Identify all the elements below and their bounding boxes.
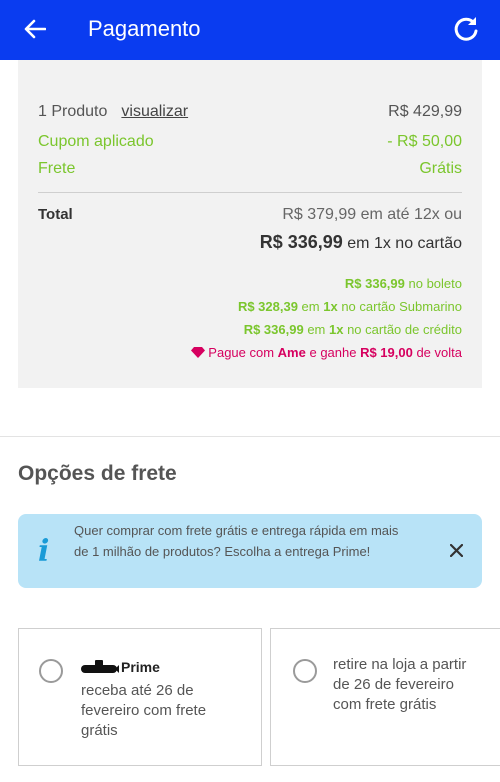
credit-price: R$ 336,99 [243, 322, 304, 337]
products-row: 1 Produto visualizar R$ 429,99 [38, 103, 462, 121]
total-row: Total R$ 379,99 em até 12x ou [38, 206, 462, 224]
submarino-option: R$ 328,39 em 1x no cartão Submarino [238, 299, 462, 314]
ame-middle: e ganhe [305, 345, 361, 360]
ame-brand: Ame [277, 345, 306, 360]
shipping-label: Frete [38, 160, 76, 177]
view-products-link[interactable]: visualizar [121, 103, 188, 120]
refresh-icon [454, 17, 478, 41]
shipping-options-title: Opções de frete [18, 462, 177, 485]
prime-brand: Prime [81, 659, 160, 675]
pickup-desc-line: de 26 de fevereiro [333, 676, 454, 693]
page-title: Pagamento [88, 16, 201, 41]
ame-suffix: de volta [412, 345, 462, 360]
prime-label: Prime [121, 659, 160, 675]
close-banner-button[interactable] [446, 540, 466, 560]
total-label: Total [38, 206, 73, 223]
card-price-suffix: em 1x no cartão [342, 235, 462, 252]
coupon-row: Cupom aplicado - R$ 50,00 [38, 133, 462, 151]
submarine-logo-icon [81, 660, 119, 673]
app-bar: Pagamento [0, 0, 500, 60]
boleto-price: R$ 336,99 [344, 276, 405, 291]
submarino-1x: 1x [323, 299, 338, 314]
ame-value: R$ 19,00 [360, 345, 413, 360]
coupon-value: - R$ 50,00 [387, 133, 462, 150]
boleto-option: R$ 336,99 no boleto [345, 276, 462, 291]
arrow-left-icon [24, 19, 46, 39]
shipping-option-prime[interactable]: Prime receba até 26 de fevereiro com fre… [18, 628, 262, 766]
divider [38, 192, 462, 193]
prime-desc-line: fevereiro com frete [81, 702, 207, 719]
products-label: 1 Produto [38, 103, 108, 120]
store-pickup-description: retire na loja a partir de 26 de feverei… [333, 655, 500, 715]
store-pickup-radio[interactable] [293, 659, 317, 683]
card-price: R$ 336,99 [259, 232, 343, 252]
pickup-desc-line: retire na loja a partir [333, 656, 467, 673]
submarino-text: no cartão Submarino [337, 299, 462, 314]
prime-info-banner: i Quer comprar com frete grátis e entreg… [18, 514, 482, 588]
shipping-value: Grátis [419, 160, 462, 177]
info-icon: i [38, 534, 50, 569]
section-divider [0, 436, 500, 437]
back-button[interactable] [20, 14, 50, 44]
boleto-text: no boleto [404, 276, 463, 291]
pickup-desc-line: com frete grátis [333, 696, 437, 713]
products-price: R$ 429,99 [388, 103, 462, 120]
credit-text: no cartão de crédito [343, 322, 462, 337]
order-summary: 1 Produto visualizar R$ 429,99 Cupom apli… [18, 60, 482, 388]
installment-text: R$ 379,99 em até 12x ou [282, 206, 462, 223]
credit-em: em [303, 322, 329, 337]
close-icon [449, 543, 463, 557]
ame-cashback: Pague com Ame e ganhe R$ 19,00 de volta [191, 345, 462, 360]
refresh-button[interactable] [450, 13, 482, 45]
credit-option: R$ 336,99 em 1x no cartão de crédito [244, 322, 462, 337]
credit-1x: 1x [329, 322, 344, 337]
prime-desc-line: receba até 26 de [81, 682, 194, 699]
coupon-label: Cupom aplicado [38, 133, 154, 150]
prime-description: receba até 26 de fevereiro com frete grá… [81, 681, 251, 741]
shipping-row: Frete Grátis [38, 160, 462, 178]
submarino-price: R$ 328,39 [237, 299, 298, 314]
ame-prefix: Pague com [208, 345, 278, 360]
prime-radio[interactable] [39, 659, 63, 683]
submarino-em: em [297, 299, 324, 314]
prime-info-text: Quer comprar com frete grátis e entrega … [74, 523, 399, 559]
shipping-option-store-pickup[interactable]: retire na loja a partir de 26 de feverei… [270, 628, 500, 766]
diamond-icon [191, 347, 206, 358]
prime-desc-line: grátis [81, 722, 118, 739]
